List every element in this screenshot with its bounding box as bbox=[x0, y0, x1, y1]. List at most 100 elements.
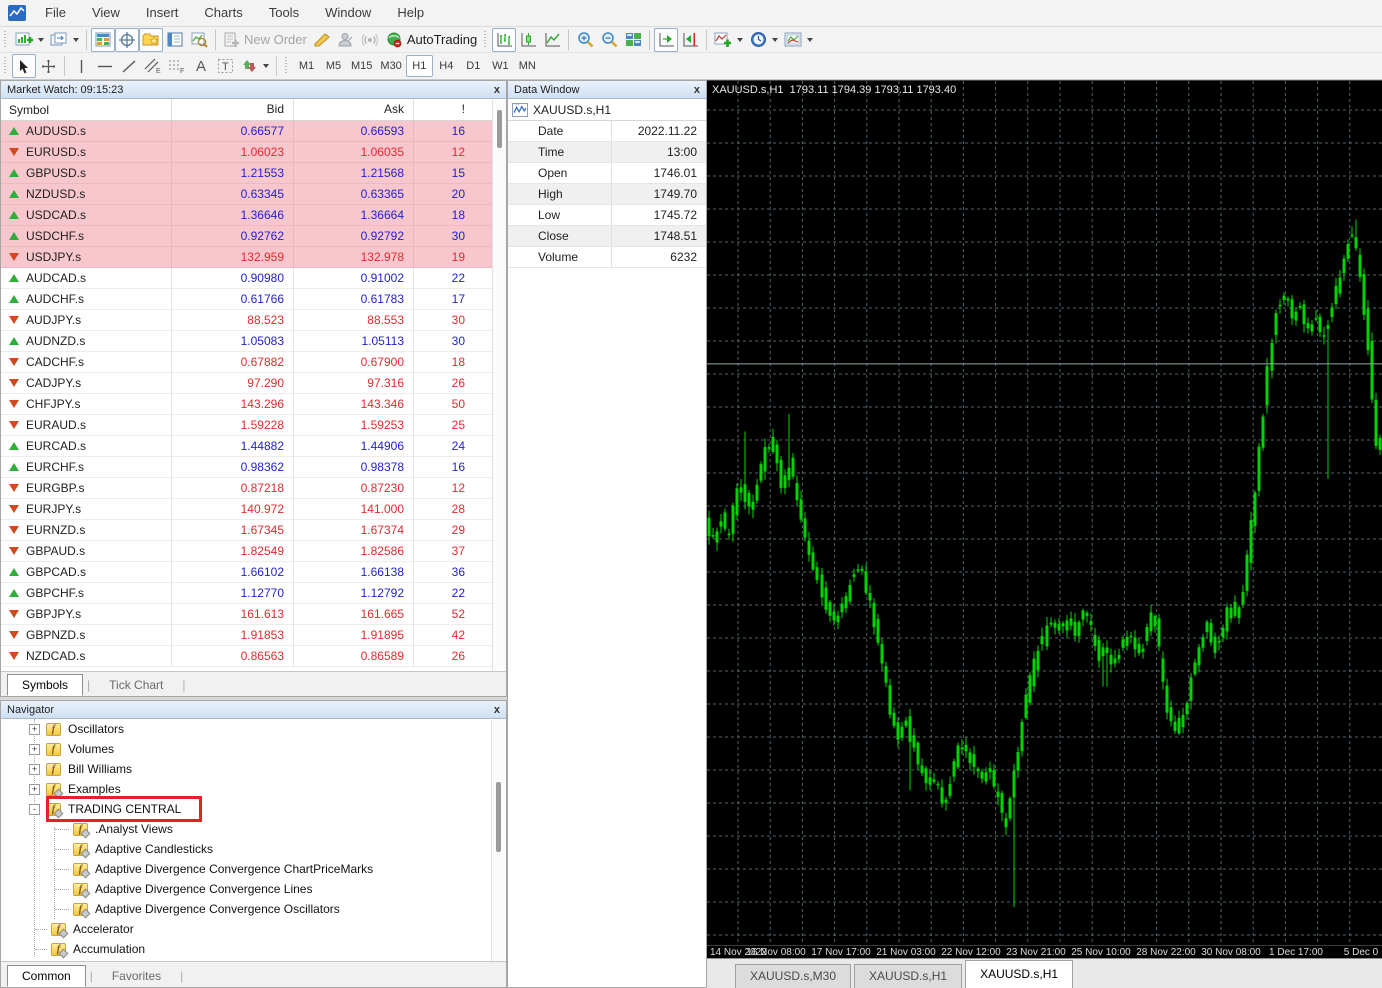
tab-common[interactable]: Common bbox=[7, 965, 86, 987]
cursor-button[interactable] bbox=[12, 54, 36, 78]
navigator-scrollbar[interactable] bbox=[491, 720, 505, 963]
market-watch-row-EURGBP.s[interactable]: EURGBP.s0.872180.8723012 bbox=[1, 478, 506, 499]
indicators-dropdown-caret[interactable] bbox=[737, 38, 743, 42]
scrollbar-thumb[interactable] bbox=[496, 782, 501, 852]
navigator-toggle[interactable] bbox=[139, 28, 163, 52]
strategy-tester-toggle[interactable] bbox=[187, 28, 211, 52]
market-watch-row-GBPUSD.s[interactable]: GBPUSD.s1.215531.2156815 bbox=[1, 163, 506, 184]
chart-plot-area[interactable]: XAUUSD.s,H1 1793.11 1794.39 1793.11 1793… bbox=[707, 80, 1382, 945]
market-watch-row-CHFJPY.s[interactable]: CHFJPY.s143.296143.34650 bbox=[1, 394, 506, 415]
text-button[interactable]: A bbox=[189, 54, 213, 78]
data-window-toggle[interactable] bbox=[115, 28, 139, 52]
text-label-button[interactable]: T bbox=[213, 54, 237, 78]
navigator-item-adaptive-divergence-convergence-oscillators[interactable]: fAdaptive Divergence Convergence Oscilla… bbox=[1, 899, 506, 919]
chart-candles-button[interactable] bbox=[516, 28, 540, 52]
market-watch-row-GBPCHF.s[interactable]: GBPCHF.s1.127701.1279222 bbox=[1, 583, 506, 604]
chart-bars-button[interactable] bbox=[492, 28, 516, 52]
timeframe-M15[interactable]: M15 bbox=[347, 55, 376, 77]
templates-button[interactable] bbox=[781, 28, 805, 52]
periods-button[interactable] bbox=[746, 28, 770, 52]
chart-tab-2-xauusd-s-h1[interactable]: XAUUSD.s,H1 bbox=[965, 960, 1073, 988]
column-header-symbol[interactable]: Symbol bbox=[1, 99, 172, 120]
navigator-item-adaptive-divergence-convergence-chartpricemarks[interactable]: fAdaptive Divergence Convergence ChartPr… bbox=[1, 859, 506, 879]
menu-item-charts[interactable]: Charts bbox=[191, 0, 255, 26]
timeframe-W1[interactable]: W1 bbox=[487, 55, 514, 77]
profiles-dropdown-caret[interactable] bbox=[73, 38, 79, 42]
market-watch-row-GBPNZD.s[interactable]: GBPNZD.s1.918531.9189542 bbox=[1, 625, 506, 646]
horizontal-line-button[interactable] bbox=[93, 54, 117, 78]
candlestick-chart[interactable] bbox=[707, 81, 1382, 946]
navigator-item-accumulation[interactable]: fAccumulation bbox=[1, 939, 506, 959]
navigator-item-volumes[interactable]: +fVolumes bbox=[1, 739, 506, 759]
timeframe-M5[interactable]: M5 bbox=[320, 55, 347, 77]
toolbar-grip[interactable] bbox=[482, 31, 489, 49]
collapse-minus-icon[interactable]: - bbox=[29, 804, 40, 815]
new-chart-button[interactable] bbox=[12, 28, 36, 52]
market-watch-row-EURCAD.s[interactable]: EURCAD.s1.448821.4490624 bbox=[1, 436, 506, 457]
toolbar-grip[interactable] bbox=[2, 31, 9, 49]
market-watch-row-USDJPY.s[interactable]: USDJPY.s132.959132.97819 bbox=[1, 247, 506, 268]
column-header-spread[interactable]: ! bbox=[414, 99, 474, 120]
scrollbar-thumb[interactable] bbox=[497, 110, 502, 148]
timeframe-H1[interactable]: H1 bbox=[406, 55, 433, 77]
templates-dropdown-caret[interactable] bbox=[807, 38, 813, 42]
vertical-line-button[interactable] bbox=[69, 54, 93, 78]
market-watch-row-NZDCAD.s[interactable]: NZDCAD.s0.865630.8658926 bbox=[1, 646, 506, 667]
terminal-toggle[interactable] bbox=[163, 28, 187, 52]
timeframe-D1[interactable]: D1 bbox=[460, 55, 487, 77]
expand-plus-icon[interactable]: + bbox=[29, 764, 40, 775]
metaeditor-button[interactable] bbox=[310, 28, 334, 52]
chart-tab-1-xauusd-s-h1[interactable]: XAUUSD.s,H1 bbox=[854, 964, 962, 988]
timeframe-H4[interactable]: H4 bbox=[433, 55, 460, 77]
market-watch-row-GBPJPY.s[interactable]: GBPJPY.s161.613161.66552 bbox=[1, 604, 506, 625]
market-watch-row-NZDUSD.s[interactable]: NZDUSD.s0.633450.6336520 bbox=[1, 184, 506, 205]
market-watch-row-GBPCAD.s[interactable]: GBPCAD.s1.661021.6613836 bbox=[1, 562, 506, 583]
navigator-item--analyst-views[interactable]: f.Analyst Views bbox=[1, 819, 506, 839]
market-watch-row-AUDJPY.s[interactable]: AUDJPY.s88.52388.55330 bbox=[1, 310, 506, 331]
profiles-button[interactable] bbox=[47, 28, 71, 52]
timeframe-M30[interactable]: M30 bbox=[376, 55, 405, 77]
market-watch-row-EURJPY.s[interactable]: EURJPY.s140.972141.00028 bbox=[1, 499, 506, 520]
tab-tick-chart[interactable]: Tick Chart bbox=[94, 674, 178, 696]
timeframe-MN[interactable]: MN bbox=[514, 55, 541, 77]
crosshair-button[interactable] bbox=[36, 54, 60, 78]
market-watch-row-EURUSD.s[interactable]: EURUSD.s1.060231.0603512 bbox=[1, 142, 506, 163]
periods-dropdown-caret[interactable] bbox=[772, 38, 778, 42]
equidistant-channel-button[interactable]: E bbox=[141, 54, 165, 78]
close-icon[interactable]: x bbox=[494, 705, 500, 715]
market-watch-row-EURAUD.s[interactable]: EURAUD.s1.592281.5925325 bbox=[1, 415, 506, 436]
menu-item-view[interactable]: View bbox=[79, 0, 133, 26]
expand-plus-icon[interactable]: + bbox=[29, 784, 40, 795]
timeframe-M1[interactable]: M1 bbox=[293, 55, 320, 77]
shapes-dropdown-caret[interactable] bbox=[263, 64, 269, 68]
market-watch-row-AUDUSD.s[interactable]: AUDUSD.s0.665770.6659316 bbox=[1, 121, 506, 142]
market-watch-row-GBPAUD.s[interactable]: GBPAUD.s1.825491.8258637 bbox=[1, 541, 506, 562]
market-watch-scrollbar[interactable] bbox=[492, 100, 506, 672]
news-button[interactable] bbox=[358, 28, 382, 52]
market-watch-row-CADJPY.s[interactable]: CADJPY.s97.29097.31626 bbox=[1, 373, 506, 394]
shapes-button[interactable] bbox=[237, 54, 261, 78]
chart-line-button[interactable] bbox=[540, 28, 564, 52]
new-chart-dropdown-caret[interactable] bbox=[38, 38, 44, 42]
close-icon[interactable]: x bbox=[494, 85, 500, 95]
expand-plus-icon[interactable]: + bbox=[29, 744, 40, 755]
market-watch-row-AUDCAD.s[interactable]: AUDCAD.s0.909800.9100222 bbox=[1, 268, 506, 289]
indicators-button[interactable] bbox=[711, 28, 735, 52]
menu-item-file[interactable]: File bbox=[32, 0, 79, 26]
fibonacci-button[interactable]: F bbox=[165, 54, 189, 78]
trendline-button[interactable] bbox=[117, 54, 141, 78]
tab-favorites[interactable]: Favorites bbox=[97, 965, 176, 987]
column-header-ask[interactable]: Ask bbox=[294, 99, 414, 120]
menu-item-window[interactable]: Window bbox=[312, 0, 384, 26]
new-order-button[interactable]: New Order bbox=[220, 28, 310, 52]
tile-windows-button[interactable] bbox=[621, 28, 645, 52]
column-header-bid[interactable]: Bid bbox=[172, 99, 294, 120]
toolbar-grip[interactable] bbox=[2, 57, 9, 75]
menu-item-tools[interactable]: Tools bbox=[256, 0, 312, 26]
navigator-item-accelerator[interactable]: fAccelerator bbox=[1, 919, 506, 939]
autoscroll-toggle[interactable] bbox=[654, 28, 678, 52]
chart-tab-0-xauusd-s-m30[interactable]: XAUUSD.s,M30 bbox=[735, 964, 851, 988]
market-watch-toggle[interactable] bbox=[91, 28, 115, 52]
zoom-out-button[interactable] bbox=[597, 28, 621, 52]
menu-item-help[interactable]: Help bbox=[384, 0, 437, 26]
